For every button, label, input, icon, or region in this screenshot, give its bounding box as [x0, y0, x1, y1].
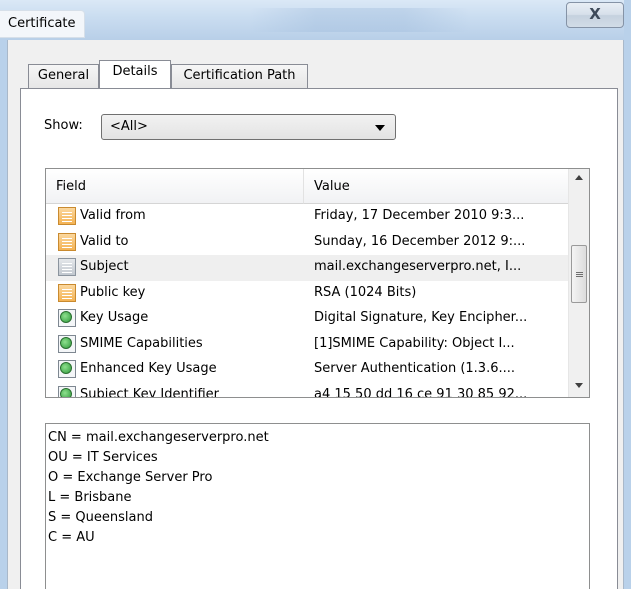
certificate-window: Certificate X General Details Certificat… — [0, 0, 631, 589]
field-details-textbox[interactable]: CN = mail.exchangeserverpro.net OU = IT … — [45, 423, 590, 589]
certificate-field-icon — [58, 232, 76, 251]
show-dropdown[interactable]: <All> — [101, 114, 396, 140]
field-name: Valid from — [80, 208, 146, 223]
list-row-subject[interactable]: Subject mail.exchangeserverpro.net, I... — [46, 255, 568, 281]
field-name: Key Usage — [80, 310, 149, 325]
window-frame-right — [624, 0, 631, 589]
extension-icon — [58, 334, 76, 353]
column-header-value[interactable]: Value — [304, 169, 568, 204]
chevron-down-icon — [375, 125, 385, 131]
list-scrollbar[interactable] — [568, 169, 589, 397]
details-line: L = Brisbane — [48, 490, 132, 505]
certificate-field-icon — [58, 258, 76, 276]
field-value: mail.exchangeserverpro.net, I... — [314, 259, 522, 274]
field-value: RSA (1024 Bits) — [314, 284, 417, 300]
list-row-public-key[interactable]: Public key RSA (1024 Bits) — [46, 281, 568, 307]
list-row-key-usage[interactable]: Key Usage Digital Signature, Key Enciphe… — [46, 306, 568, 332]
field-value: a4 15 50 dd 16 ce 91 30 85 92... — [314, 386, 528, 398]
tab-general[interactable]: General — [28, 64, 99, 88]
field-name: Public key — [80, 284, 146, 300]
details-line: OU = IT Services — [48, 450, 158, 465]
extension-icon — [58, 385, 76, 397]
tab-details[interactable]: Details — [99, 60, 171, 88]
details-line: CN = mail.exchangeserverpro.net — [48, 430, 269, 445]
show-dropdown-value: <All> — [110, 119, 148, 134]
field-name: Enhanced Key Usage — [80, 361, 217, 376]
field-value: Friday, 17 December 2010 9:3... — [314, 208, 525, 223]
certificate-field-icon — [58, 283, 76, 302]
grip-icon — [576, 272, 583, 273]
scroll-down-arrow-icon[interactable] — [575, 383, 583, 388]
field-value: Server Authentication (1.3.6.... — [314, 361, 516, 376]
show-label: Show: — [44, 118, 83, 133]
field-value: [1]SMIME Capability: Object I... — [314, 335, 515, 351]
details-line: C = AU — [48, 530, 95, 545]
list-row-valid-to[interactable]: Valid to Sunday, 16 December 2012 9:... — [46, 230, 568, 256]
details-line: S = Queensland — [48, 510, 153, 525]
field-value: Digital Signature, Key Encipher... — [314, 310, 528, 325]
details-line: O = Exchange Server Pro — [48, 470, 213, 485]
list-row-enhanced-key-usage[interactable]: Enhanced Key Usage Server Authentication… — [46, 357, 568, 383]
scrollbar-thumb[interactable] — [571, 245, 587, 303]
extension-icon — [58, 309, 76, 327]
list-row-smime-capabilities[interactable]: SMIME Capabilities [1]SMIME Capability: … — [46, 332, 568, 358]
field-name: Subject Key Identifier — [80, 386, 219, 398]
close-icon: X — [589, 5, 601, 23]
blurred-background-text — [250, 8, 470, 32]
field-value: Sunday, 16 December 2012 9:... — [314, 233, 526, 249]
field-name: SMIME Capabilities — [80, 335, 203, 351]
window-title: Certificate — [0, 10, 85, 38]
title-bar[interactable]: Certificate X — [0, 0, 631, 40]
field-list[interactable]: Field Value Valid from Friday, 17 Decemb… — [45, 168, 590, 398]
field-name: Valid to — [80, 233, 129, 249]
tab-certification-path[interactable]: Certification Path — [171, 64, 308, 88]
list-row-subject-key-identifier[interactable]: Subject Key Identifier a4 15 50 dd 16 ce… — [46, 383, 568, 398]
scroll-up-arrow-icon[interactable] — [575, 175, 583, 180]
certificate-field-icon — [58, 207, 76, 225]
field-name: Subject — [80, 259, 129, 274]
column-header-field[interactable]: Field — [46, 169, 304, 204]
close-button[interactable]: X — [566, 2, 624, 28]
list-row-valid-from[interactable]: Valid from Friday, 17 December 2010 9:3.… — [46, 204, 568, 230]
field-list-rows: Valid from Friday, 17 December 2010 9:3.… — [46, 204, 568, 398]
extension-icon — [58, 360, 76, 378]
